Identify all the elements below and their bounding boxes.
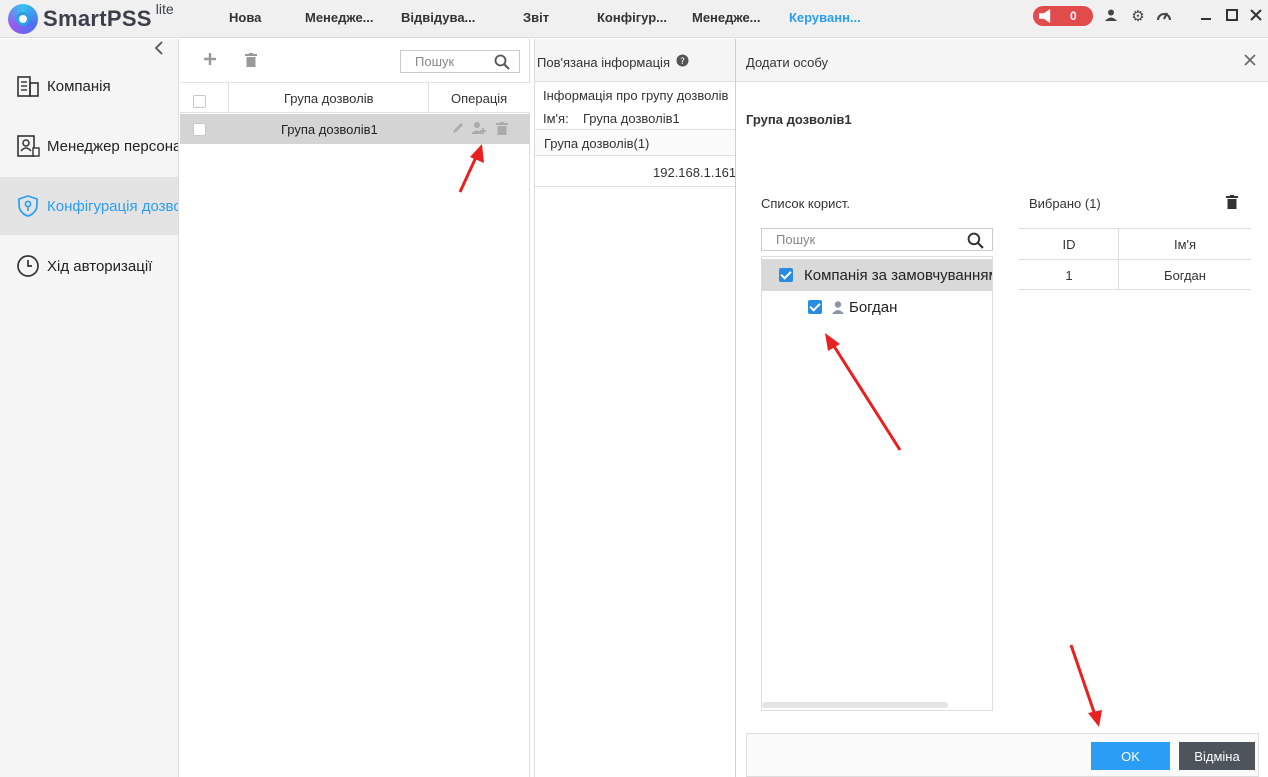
user-list-label: Список корист.	[761, 196, 851, 211]
related-info-panel: Пов'язана інформація ? Інформація про гр…	[534, 39, 735, 777]
sidebar-item-company[interactable]: Компанія	[0, 57, 178, 115]
column-header-id: ID	[1062, 237, 1076, 252]
nav-tab-config[interactable]: Конфігур...	[597, 10, 667, 25]
group-info-name-label: Ім'я:	[543, 111, 569, 126]
tree-node-label: Компанія за замовчуванням	[804, 266, 993, 284]
row-delete-icon[interactable]	[496, 122, 508, 138]
permission-group-panel: Група дозволів Операція Група дозволів1	[180, 39, 530, 777]
clock-icon	[17, 255, 39, 277]
selected-label: Вибрано (1)	[1029, 196, 1101, 211]
add-icon[interactable]	[203, 50, 217, 71]
dialog-title: Додати особу	[746, 55, 829, 70]
tree-node-label: Богдан	[849, 298, 898, 316]
close-window-icon[interactable]	[1247, 8, 1265, 26]
horizontal-scrollbar[interactable]	[762, 702, 948, 708]
select-all-checkbox[interactable]	[193, 95, 206, 108]
company-checkbox[interactable]	[779, 268, 793, 282]
alarm-count: 0	[1070, 9, 1077, 23]
table-row[interactable]: 1 Богдан	[1019, 260, 1251, 290]
svg-text:?: ?	[680, 57, 685, 67]
sidebar-item-personnel[interactable]: Менеджер персонала	[0, 117, 178, 175]
search-icon[interactable]	[967, 232, 984, 249]
row-checkbox[interactable]	[193, 123, 206, 136]
table-row[interactable]: Група дозволів1	[180, 114, 530, 144]
dialog-header: Додати особу	[736, 39, 1268, 82]
app-name: SmartPSS	[43, 6, 152, 31]
sidebar: Компанія Менеджер персонала Конфігурація…	[0, 39, 179, 777]
column-divider	[1118, 228, 1119, 290]
group-info-header: Інформація про групу дозволів	[543, 88, 729, 103]
speaker-icon	[1039, 9, 1051, 23]
nav-tab-new[interactable]: Нова	[229, 10, 261, 25]
group-toolbar	[180, 39, 529, 83]
sidebar-item-authorization-progress[interactable]: Хід авторизації	[0, 237, 178, 295]
group-count-header: Група дозволів(1)	[535, 129, 735, 156]
clear-selected-icon[interactable]	[1226, 195, 1238, 212]
related-info-title: Пов'язана інформація	[537, 55, 670, 70]
add-person-icon[interactable]	[471, 121, 487, 138]
sidebar-item-permission-config[interactable]: Конфігурація дозволів	[0, 177, 178, 235]
tree-node-company[interactable]: Компанія за замовчуванням	[762, 259, 992, 291]
nav-tab-manager-2[interactable]: Менедже...	[692, 10, 761, 25]
user-tree: Компанія за замовчуванням Богдан	[761, 256, 993, 711]
alarm-button[interactable]: 0	[1033, 6, 1093, 26]
dialog-footer: OK Відміна	[746, 733, 1259, 777]
sidebar-item-label: Конфігурація дозволів	[47, 197, 178, 215]
column-header-operation: Операція	[451, 91, 508, 106]
group-search-input[interactable]	[415, 54, 495, 69]
top-bar: SmartPSS lite Нова Менедже... Відвідува.…	[0, 0, 1268, 38]
dialog-group-name: Група дозволів1	[746, 112, 852, 127]
sidebar-item-label: Менеджер персонала	[47, 137, 178, 155]
nav-tab-report[interactable]: Звіт	[523, 10, 549, 25]
maximize-icon[interactable]	[1223, 8, 1241, 26]
minimize-icon[interactable]	[1197, 8, 1215, 26]
app-logo: SmartPSS lite	[8, 1, 174, 35]
cancel-button[interactable]: Відміна	[1179, 742, 1255, 770]
gear-icon[interactable]: ⚙	[1129, 8, 1147, 26]
selected-table-header: ID Ім'я	[1019, 228, 1251, 260]
sidebar-item-label: Хід авторизації	[47, 257, 153, 275]
app-edition: lite	[155, 1, 174, 17]
divider	[535, 186, 735, 187]
help-icon[interactable]: ?	[676, 54, 689, 70]
delete-icon[interactable]	[245, 51, 257, 72]
group-count-label: Група дозволів(1)	[544, 136, 650, 151]
group-table-header: Група дозволів Операція	[180, 83, 530, 113]
person-icon	[832, 301, 844, 314]
group-info-name-value: Група дозволів1	[583, 111, 680, 126]
group-name-cell: Група дозволів1	[281, 122, 378, 137]
nav-tab-control[interactable]: Керуванн...	[789, 10, 861, 25]
edit-icon[interactable]	[452, 122, 464, 137]
close-icon[interactable]	[1244, 50, 1256, 71]
person-checkbox[interactable]	[808, 300, 822, 314]
column-divider	[228, 83, 229, 113]
selected-id-cell: 1	[1065, 268, 1073, 283]
user-icon[interactable]	[1102, 8, 1120, 26]
nav-tab-attendance[interactable]: Відвідува...	[401, 10, 475, 25]
user-search-box[interactable]	[761, 228, 993, 251]
column-header-name: Ім'я	[1173, 237, 1197, 252]
logo-icon	[8, 4, 38, 34]
column-header-group: Група дозволів	[284, 91, 374, 106]
selected-users-table: ID Ім'я 1 Богдан	[1019, 228, 1251, 712]
user-search-input[interactable]	[776, 232, 956, 247]
gauge-icon[interactable]	[1155, 8, 1173, 26]
shield-key-icon	[18, 195, 38, 217]
column-divider	[428, 83, 429, 113]
add-person-dialog: Додати особу Група дозволів1 Список кори…	[735, 39, 1268, 777]
person-card-icon	[17, 135, 40, 157]
search-icon[interactable]	[494, 54, 510, 70]
group-search-box[interactable]	[400, 50, 520, 73]
related-info-header: Пов'язана інформація ?	[535, 39, 735, 82]
sidebar-item-label: Компанія	[47, 77, 111, 95]
nav-tab-manager-1[interactable]: Менедже...	[305, 10, 374, 25]
building-icon	[17, 76, 39, 97]
ok-button[interactable]: OK	[1091, 742, 1170, 770]
selected-name-cell: Богдан	[1164, 268, 1206, 283]
tree-node-person[interactable]: Богдан	[762, 291, 992, 323]
device-ip: 192.168.1.161-	[653, 165, 735, 180]
